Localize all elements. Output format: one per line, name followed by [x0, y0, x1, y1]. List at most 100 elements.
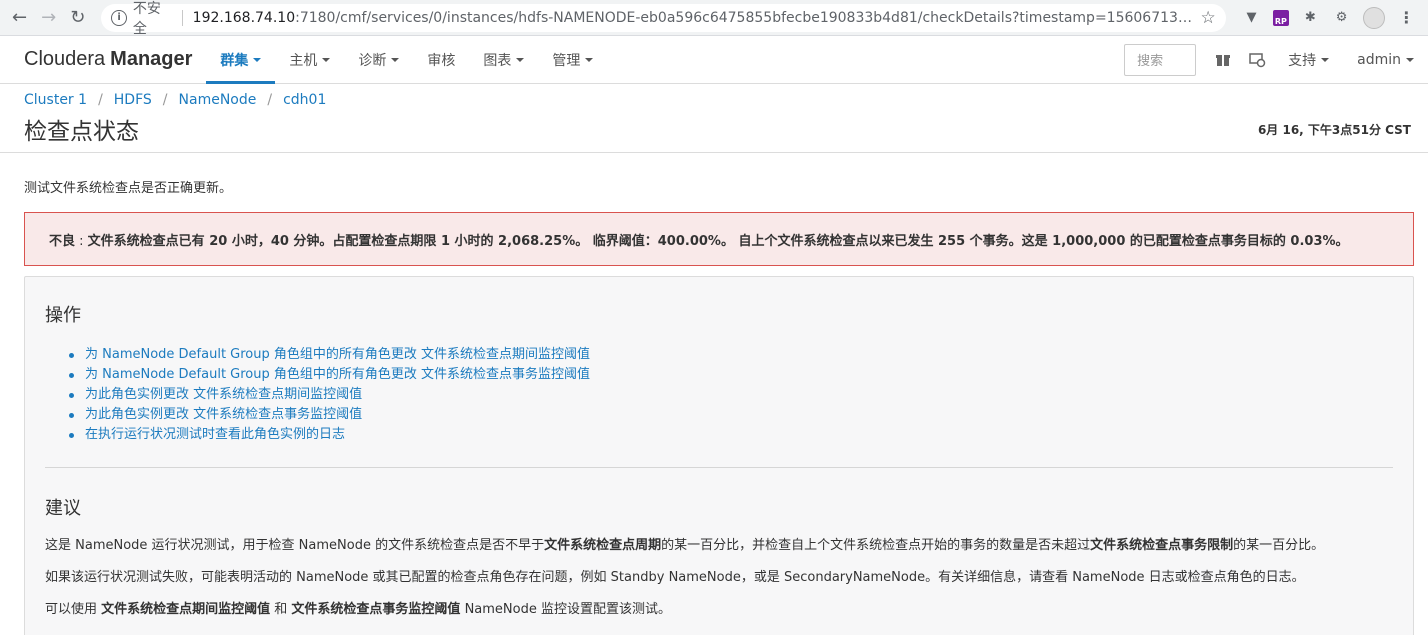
action-link-instance-period[interactable]: 为此角色实例更改 文件系统检查点期间监控阈值 [85, 385, 362, 405]
test-description: 测试文件系统检查点是否正确更新。 [24, 181, 233, 196]
page-title: 检查点状态 [24, 119, 139, 145]
nav-clusters[interactable]: 群集 [206, 36, 276, 84]
breadcrumb-hdfs[interactable]: HDFS [114, 92, 152, 108]
brand-bold: Manager [110, 48, 193, 70]
advice-text: 和 [270, 602, 292, 617]
chevron-down-icon [516, 57, 525, 62]
actions-list: 为 NameNode Default Group 角色组中的所有角色更改 文件系… [45, 345, 1393, 445]
advice-text: NameNode 监控设置配置该测试。 [460, 602, 671, 617]
action-link-instance-transactions[interactable]: 为此角色实例更改 文件系统检查点事务监控阈值 [85, 405, 362, 425]
advice-term-limit: 文件系统检查点事务限制 [1090, 538, 1234, 553]
list-item: 在执行运行状况测试时查看此角色实例的日志 [69, 425, 1393, 445]
health-alert: 不良 : 文件系统检查点已有 20 小时，40 分钟。占配置检查点期限 1 小时… [24, 212, 1414, 266]
nav-charts[interactable]: 图表 [469, 36, 538, 83]
vimium-extension-icon[interactable]: ▼ [1242, 8, 1261, 28]
brand-light: Cloudera [24, 48, 106, 70]
back-arrow-icon[interactable]: ← [6, 4, 33, 32]
advice-text: 这是 NameNode 运行状况测试，用于检查 NameNode 的文件系统检查… [45, 538, 545, 553]
url-path: :7180/cmf/services/0/instances/hdfs-NAME… [295, 9, 1201, 26]
advice-text: 可以使用 [45, 602, 102, 617]
breadcrumb: Cluster 1 / HDFS / NameNode / cdh01 [24, 92, 1411, 108]
bullet-icon [69, 432, 74, 438]
address-separator [181, 9, 183, 26]
browser-menu-icon[interactable]: ⋮ [1397, 8, 1416, 28]
nav-clusters-label: 群集 [220, 52, 249, 69]
bookmark-star-icon[interactable]: ☆ [1201, 8, 1216, 28]
bullet-icon [69, 372, 74, 378]
support-menu[interactable]: 支持 [1274, 50, 1343, 70]
breadcrumb-separator: / [267, 92, 273, 108]
right-nav: 搜索 支持 admin [1124, 36, 1428, 83]
nav-audits[interactable]: 审核 [413, 36, 469, 83]
profile-avatar-icon[interactable] [1363, 6, 1385, 29]
browser-toolbar: ← → ↻ i 不安全 192.168.74.10:7180/cmf/servi… [0, 0, 1428, 37]
bullet-icon [69, 352, 74, 358]
user-menu[interactable]: admin [1343, 52, 1428, 68]
action-link-group-period[interactable]: 为 NameNode Default Group 角色组中的所有角色更改 文件系… [85, 345, 590, 365]
bullet-icon [69, 392, 74, 398]
section-divider [45, 467, 1393, 468]
nav-hosts-label: 主机 [289, 52, 318, 69]
alert-message: 文件系统检查点已有 20 小时，40 分钟。占配置检查点期限 1 小时的 2,0… [87, 234, 1349, 249]
action-link-group-transactions[interactable]: 为 NameNode Default Group 角色组中的所有角色更改 文件系… [85, 365, 590, 385]
app-header: Cloudera Manager 群集 主机 诊断 审核 图表 管理 搜索 支持 … [0, 36, 1428, 84]
search-input[interactable]: 搜索 [1124, 43, 1197, 76]
brand-logo[interactable]: Cloudera Manager [24, 36, 192, 83]
advice-paragraph-2: 如果该运行状况测试失败，可能表明活动的 NameNode 或其已配置的检查点角色… [45, 570, 1305, 585]
chevron-down-icon [391, 57, 400, 62]
address-bar[interactable]: i 不安全 192.168.74.10:7180/cmf/services/0/… [101, 1, 1226, 37]
page-timestamp[interactable]: 6月 16, 下午3点51分 CST [1258, 121, 1411, 138]
list-item: 为此角色实例更改 文件系统检查点事务监控阈值 [69, 405, 1393, 425]
nav-diagnostics-label: 诊断 [358, 52, 387, 69]
nav-administration-label: 管理 [552, 52, 581, 69]
advice-paragraph-1: 这是 NameNode 运行状况测试，用于检查 NameNode 的文件系统检查… [45, 536, 1393, 556]
insecure-label: 不安全 [132, 0, 161, 37]
list-item: 为 NameNode Default Group 角色组中的所有角色更改 文件系… [69, 345, 1393, 365]
advice-heading: 建议 [45, 498, 81, 519]
nav-audits-label: 审核 [427, 52, 456, 69]
breadcrumb-separator: / [162, 92, 168, 108]
translate-extension-icon[interactable]: ✱ [1301, 8, 1320, 28]
advice-term-transaction-threshold: 文件系统检查点事务监控阈值 [291, 602, 461, 617]
parcel-icon[interactable] [1206, 43, 1240, 77]
forward-arrow-icon[interactable]: → [35, 4, 62, 32]
page-header: Cluster 1 / HDFS / NameNode / cdh01 检查点状… [0, 84, 1428, 153]
advice-section: 建议 这是 NameNode 运行状况测试，用于检查 NameNode 的文件系… [45, 494, 1393, 620]
chevron-down-icon [1406, 57, 1414, 62]
running-commands-icon[interactable] [1240, 43, 1274, 77]
breadcrumb-separator: / [98, 92, 103, 108]
reload-icon[interactable]: ↻ [64, 4, 91, 32]
user-label: admin [1357, 51, 1401, 68]
breadcrumb-host[interactable]: cdh01 [283, 92, 326, 108]
tools-extension-icon[interactable]: ⚙ [1332, 8, 1351, 28]
advice-text: 的某一百分比，并检查自上个文件系统检查点开始的事务的数量是否未超过 [661, 538, 1091, 553]
top-nav: 群集 主机 诊断 审核 图表 管理 [206, 36, 607, 84]
chevron-down-icon [253, 57, 262, 62]
nav-charts-label: 图表 [483, 52, 512, 69]
main-content: 测试文件系统检查点是否正确更新。 不良 : 文件系统检查点已有 20 小时，40… [0, 153, 1428, 635]
nav-hosts[interactable]: 主机 [275, 36, 344, 83]
advice-text: 的某一百分比。 [1233, 538, 1325, 553]
action-link-view-logs[interactable]: 在执行运行状况测试时查看此角色实例的日志 [85, 425, 345, 445]
actions-heading: 操作 [45, 305, 81, 326]
advice-paragraph-3: 可以使用 文件系统检查点期间监控阈值 和 文件系统检查点事务监控阈值 NameN… [45, 600, 1393, 620]
chevron-down-icon [322, 57, 331, 62]
url-host: 192.168.74.10 [192, 9, 296, 26]
nav-administration[interactable]: 管理 [538, 36, 607, 83]
advice-term-period-threshold: 文件系统检查点期间监控阈值 [101, 602, 271, 617]
chevron-down-icon [1321, 57, 1330, 62]
list-item: 为此角色实例更改 文件系统检查点期间监控阈值 [69, 385, 1393, 405]
chevron-down-icon [585, 57, 594, 62]
bullet-icon [69, 412, 74, 418]
advice-term-period: 文件系统检查点周期 [544, 538, 662, 553]
alert-separator: : [75, 234, 88, 249]
list-item: 为 NameNode Default Group 角色组中的所有角色更改 文件系… [69, 365, 1393, 385]
breadcrumb-cluster[interactable]: Cluster 1 [24, 92, 87, 108]
info-icon[interactable]: i [111, 9, 127, 26]
nav-diagnostics[interactable]: 诊断 [344, 36, 413, 83]
rp-extension-icon[interactable]: RP [1273, 9, 1289, 26]
support-label: 支持 [1288, 52, 1317, 69]
alert-level: 不良 [49, 234, 76, 249]
details-panel: 操作 为 NameNode Default Group 角色组中的所有角色更改 … [24, 276, 1414, 635]
breadcrumb-namenode[interactable]: NameNode [179, 92, 257, 108]
